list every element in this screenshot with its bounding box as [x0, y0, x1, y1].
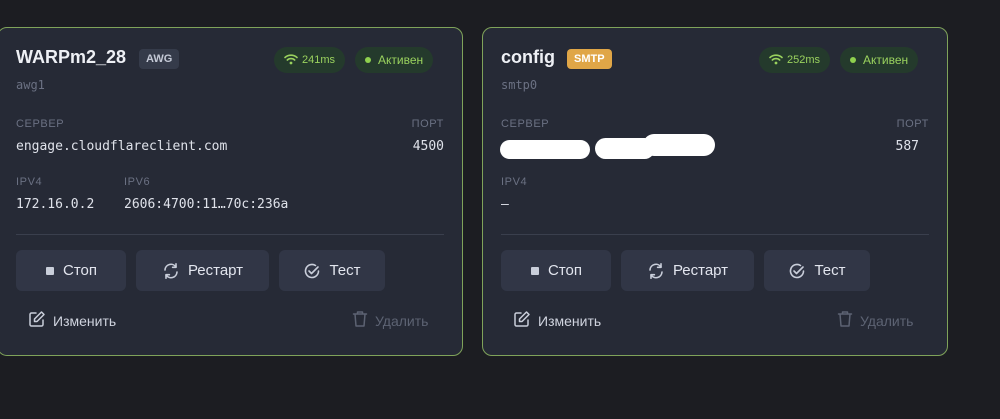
- restart-icon: [647, 262, 665, 280]
- edit-label: Изменить: [53, 312, 117, 329]
- redacted-server: [643, 134, 715, 156]
- test-button[interactable]: Тест: [764, 250, 870, 291]
- edit-button[interactable]: Изменить: [513, 310, 601, 331]
- restart-icon: [162, 262, 180, 280]
- stop-label: Стоп: [548, 262, 582, 279]
- ipv4-value: —: [501, 197, 509, 212]
- edit-icon: [513, 310, 531, 331]
- delete-label: Удалить: [375, 312, 429, 329]
- ping-badge: 241ms: [274, 47, 346, 73]
- connection-card-config: config SMTP smtp0 252ms Активен СЕРВЕР П…: [482, 27, 948, 356]
- delete-label: Удалить: [860, 312, 914, 329]
- status-text: Активен: [378, 53, 424, 67]
- wifi-icon: [284, 54, 298, 65]
- protocol-tag: AWG: [139, 49, 180, 69]
- server-value: engage.cloudflareclient.com: [16, 139, 228, 154]
- server-label: СЕРВЕР: [501, 118, 550, 130]
- ping-badge: 252ms: [759, 47, 831, 73]
- trash-icon: [352, 310, 368, 331]
- restart-button[interactable]: Рестарт: [136, 250, 269, 291]
- ping-value: 252ms: [787, 54, 821, 66]
- stop-icon: [45, 266, 55, 276]
- port-value: 4500: [412, 139, 444, 154]
- server-label: СЕРВЕР: [16, 118, 65, 130]
- stop-button[interactable]: Стоп: [16, 250, 126, 291]
- stop-label: Стоп: [63, 262, 97, 279]
- port-label: ПОРТ: [896, 118, 929, 130]
- test-button[interactable]: Тест: [279, 250, 385, 291]
- port-value: 587: [895, 139, 919, 154]
- ipv4-label: IPV4: [16, 176, 43, 188]
- connection-name: WARPm2_28: [16, 47, 127, 67]
- stop-button[interactable]: Стоп: [501, 250, 611, 291]
- ipv6-value: 2606:4700:11…70c:236a: [124, 197, 289, 212]
- edit-button[interactable]: Изменить: [28, 310, 116, 331]
- divider: [501, 234, 929, 235]
- status-badge: Активен: [840, 47, 919, 73]
- status-badge: Активен: [355, 47, 434, 73]
- divider: [16, 234, 444, 235]
- protocol-tag: SMTP: [567, 49, 612, 69]
- edit-icon: [28, 310, 46, 331]
- edit-label: Изменить: [538, 312, 602, 329]
- delete-button[interactable]: Удалить: [837, 310, 913, 331]
- stop-icon: [530, 266, 540, 276]
- ipv4-label: IPV4: [501, 176, 528, 188]
- ipv4-value: 172.16.0.2: [16, 197, 95, 212]
- restart-label: Рестарт: [672, 262, 729, 279]
- connection-card-warp: WARPm2_28 AWG awg1 241ms Активен СЕРВЕР …: [0, 27, 463, 356]
- test-check-icon: [788, 262, 806, 280]
- restart-button[interactable]: Рестарт: [621, 250, 754, 291]
- status-dot-icon: [850, 56, 856, 63]
- redacted-server: [500, 140, 590, 159]
- interface-name: smtp0: [501, 78, 538, 92]
- connection-name: config: [501, 47, 555, 67]
- ping-value: 241ms: [302, 54, 336, 66]
- status-text: Активен: [863, 53, 909, 67]
- restart-label: Рестарт: [187, 262, 244, 279]
- ipv6-label: IPV6: [124, 176, 151, 188]
- trash-icon: [837, 310, 853, 331]
- wifi-icon: [769, 54, 783, 65]
- test-label: Тест: [329, 262, 361, 279]
- interface-name: awg1: [16, 78, 45, 92]
- status-dot-icon: [365, 56, 371, 63]
- test-check-icon: [303, 262, 321, 280]
- test-label: Тест: [814, 262, 846, 279]
- delete-button[interactable]: Удалить: [352, 310, 428, 331]
- port-label: ПОРТ: [411, 118, 444, 130]
